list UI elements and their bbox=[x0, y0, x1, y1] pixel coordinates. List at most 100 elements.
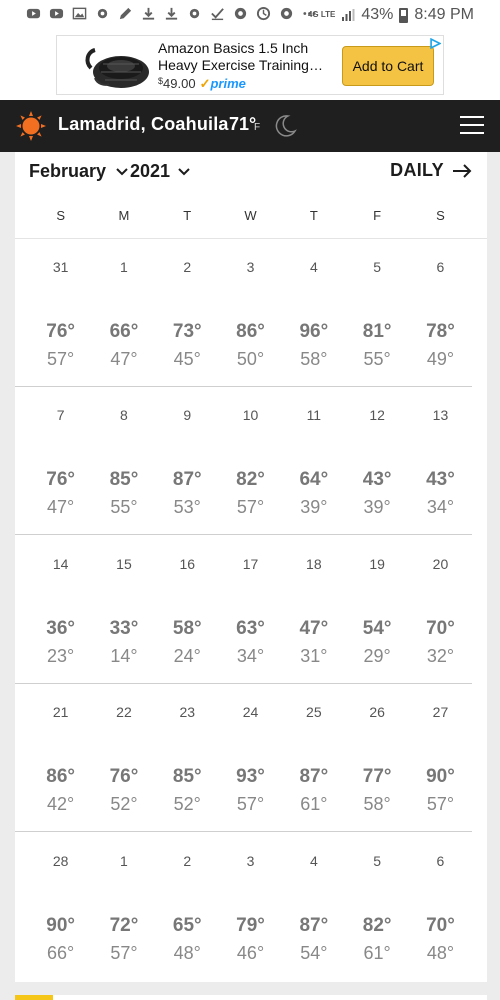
calendar-day[interactable]: 5 82° 61° bbox=[346, 833, 409, 981]
battery-icon bbox=[399, 7, 409, 23]
chevron-down-icon bbox=[178, 167, 190, 175]
high-temp: 87° bbox=[299, 766, 329, 788]
calendar-day[interactable]: 11 64° 39° bbox=[282, 387, 345, 535]
calendar-day[interactable]: 6 70° 48° bbox=[409, 833, 472, 981]
low-temp: 57° bbox=[47, 349, 75, 369]
high-temp: 43° bbox=[362, 469, 392, 491]
calendar-day[interactable]: 27 90° 57° bbox=[409, 684, 472, 832]
high-temp: 82° bbox=[236, 469, 265, 491]
low-temp: 46° bbox=[236, 942, 265, 963]
low-temp: 53° bbox=[173, 497, 201, 518]
low-temp: 47° bbox=[47, 497, 75, 518]
day-number: 17 bbox=[242, 555, 259, 572]
sun-logo-icon[interactable] bbox=[16, 111, 46, 141]
day-number: 7 bbox=[56, 407, 65, 424]
high-temp: 76° bbox=[46, 469, 76, 491]
calendar-week: 7 76° 47° 8 85° 55° 9 87° 53° 10 82° 57° 11 64° 39° 12 4… bbox=[15, 387, 487, 536]
calendar-day[interactable]: 16 58° 24° bbox=[156, 536, 219, 684]
calendar-day[interactable]: 8 85° 55° bbox=[92, 387, 155, 535]
low-temp: 57° bbox=[236, 497, 265, 518]
calendar-day[interactable]: 4 87° 54° bbox=[282, 833, 345, 981]
low-temp: 42° bbox=[47, 794, 75, 815]
calendar-day[interactable]: 23 85° 52° bbox=[156, 684, 219, 832]
calendar-day[interactable]: 15 33° 14° bbox=[92, 536, 155, 684]
day-number: 20 bbox=[432, 555, 449, 572]
low-temp: 24° bbox=[173, 645, 201, 666]
day-number: 2 bbox=[183, 852, 192, 869]
calendar-day[interactable]: 13 43° 34° bbox=[409, 387, 472, 535]
low-temp: 34° bbox=[426, 497, 455, 518]
calendar-day[interactable]: 7 76° 47° bbox=[29, 387, 92, 535]
add-to-cart-button[interactable]: Add to Cart bbox=[342, 46, 434, 86]
check-icon bbox=[211, 8, 224, 21]
calendar-week: 21 86° 42° 22 76° 52° 23 85° 52° 24 93° 57° 25 87° 61°… bbox=[15, 684, 487, 833]
calendar-day[interactable]: 12 43° 39° bbox=[346, 387, 409, 535]
day-number: 10 bbox=[242, 407, 259, 424]
calendar-day[interactable]: 31 76° 57° bbox=[29, 239, 92, 387]
hamburger-menu-icon[interactable] bbox=[460, 116, 484, 136]
day-number: 31 bbox=[52, 259, 69, 275]
high-temp: 43° bbox=[426, 469, 455, 491]
calendar-day[interactable]: 22 76° 52° bbox=[92, 684, 155, 832]
weekday-header: SMTWTFS bbox=[15, 208, 487, 238]
high-temp: 47° bbox=[299, 617, 329, 639]
calendar-day[interactable]: 24 93° 57° bbox=[219, 684, 282, 832]
weekday-label: M bbox=[118, 208, 130, 223]
day-number: 25 bbox=[306, 704, 322, 721]
download-icon bbox=[142, 7, 155, 20]
calendar-day[interactable]: 10 82° 57° bbox=[219, 387, 282, 535]
high-temp: 70° bbox=[426, 914, 455, 936]
year-dropdown[interactable]: 2021 bbox=[130, 161, 190, 182]
calendar-day[interactable]: 20 70° 32° bbox=[409, 536, 472, 684]
location-name[interactable]: Lamadrid, Coahuila bbox=[58, 114, 229, 135]
ad-price: $49.00 ✓prime bbox=[158, 76, 246, 92]
day-number: 5 bbox=[373, 852, 382, 869]
current-temp: 71° bbox=[229, 114, 257, 134]
calendar-day[interactable]: 2 73° 45° bbox=[156, 239, 219, 387]
ad-title[interactable]: Amazon Basics 1.5 Inch Heavy Exercise Tr… bbox=[158, 40, 333, 74]
calendar-day[interactable]: 6 78° 49° bbox=[409, 239, 472, 387]
calendar-day[interactable]: 21 86° 42° bbox=[29, 684, 92, 832]
ad-banner-area: Amazon Basics 1.5 Inch Heavy Exercise Tr… bbox=[0, 32, 500, 100]
battery-percent: 43% bbox=[361, 6, 394, 23]
low-temp: 39° bbox=[363, 497, 391, 518]
calendar-day[interactable]: 3 86° 50° bbox=[219, 239, 282, 387]
day-number: 6 bbox=[436, 852, 445, 869]
calendar-day[interactable]: 1 72° 57° bbox=[92, 833, 155, 981]
calendar-day[interactable]: 17 63° 34° bbox=[219, 536, 282, 684]
month-dropdown[interactable]: February bbox=[29, 161, 128, 182]
prime-check-icon: ✓ bbox=[199, 76, 211, 91]
ad-banner[interactable]: Amazon Basics 1.5 Inch Heavy Exercise Tr… bbox=[56, 35, 444, 95]
calendar-day[interactable]: 28 90° 66° bbox=[29, 833, 92, 981]
high-temp: 76° bbox=[109, 766, 139, 788]
calendar-day[interactable]: 14 36° 23° bbox=[29, 536, 92, 684]
temp-unit: F bbox=[254, 122, 261, 133]
high-temp: 85° bbox=[109, 469, 139, 491]
high-temp: 65° bbox=[172, 914, 202, 936]
calendar-day[interactable]: 2 65° 48° bbox=[156, 833, 219, 981]
calendar-day[interactable]: 26 77° 58° bbox=[346, 684, 409, 832]
calendar-day[interactable]: 5 81° 55° bbox=[346, 239, 409, 387]
weekday-label: S bbox=[56, 208, 65, 223]
day-number: 21 bbox=[52, 704, 69, 721]
calendar-day[interactable]: 9 87° 53° bbox=[156, 387, 219, 535]
low-temp: 34° bbox=[236, 645, 265, 666]
day-number: 1 bbox=[120, 259, 128, 275]
calendar-day[interactable]: 19 54° 29° bbox=[346, 536, 409, 684]
image-icon bbox=[72, 7, 87, 20]
daily-link[interactable]: DAILY bbox=[390, 160, 472, 181]
calendar-day[interactable]: 18 47° 31° bbox=[282, 536, 345, 684]
adchoices-icon[interactable] bbox=[430, 38, 441, 49]
day-number: 3 bbox=[246, 852, 255, 869]
high-temp: 64° bbox=[299, 469, 329, 491]
high-temp: 36° bbox=[46, 617, 76, 639]
low-temp: 66° bbox=[47, 942, 75, 963]
settings-icon bbox=[97, 8, 108, 19]
calendar-day[interactable]: 25 87° 61° bbox=[282, 684, 345, 832]
youtube-icon bbox=[26, 8, 41, 19]
calendar-day[interactable]: 3 79° 46° bbox=[219, 833, 282, 981]
day-number: 27 bbox=[432, 704, 449, 721]
calendar-day[interactable]: 1 66° 47° bbox=[92, 239, 155, 387]
calendar-day[interactable]: 4 96° 58° bbox=[282, 239, 345, 387]
youtube-icon bbox=[49, 8, 64, 19]
